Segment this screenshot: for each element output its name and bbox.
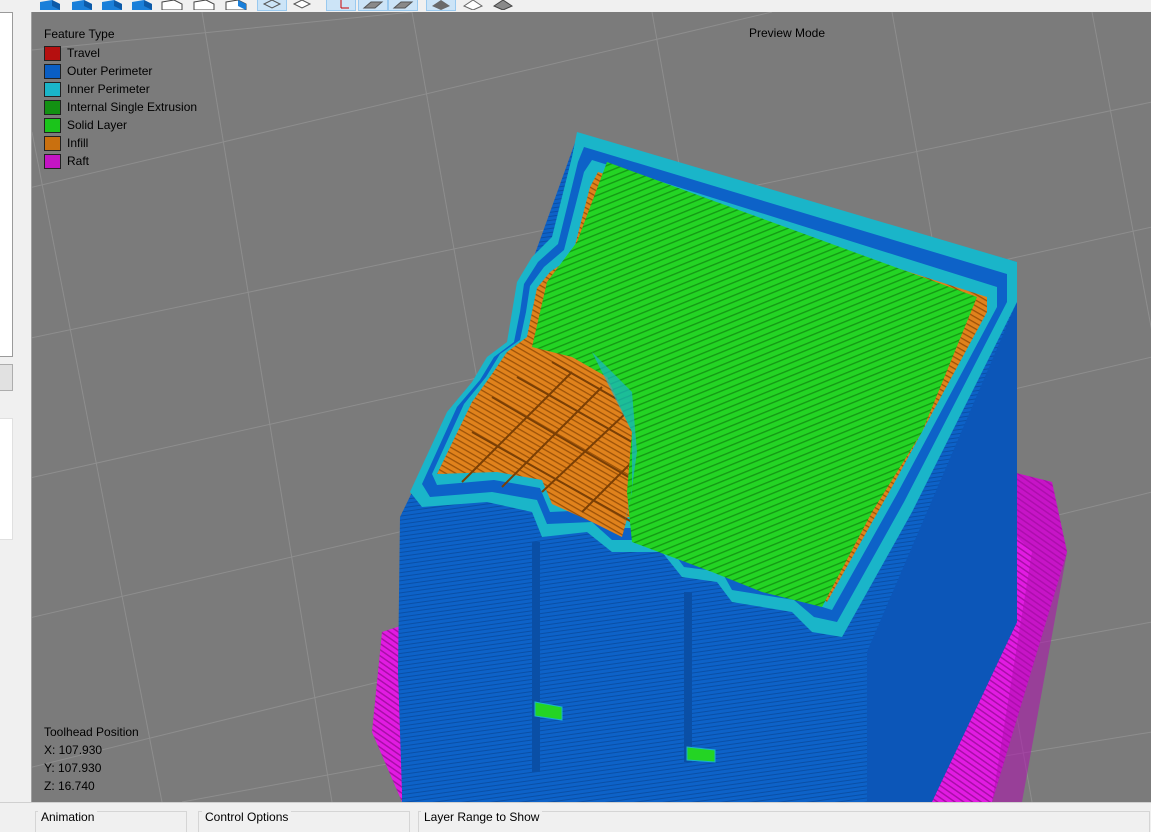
toolhead-x: X: 107.930 <box>44 743 103 757</box>
toolpath-render <box>32 12 1151 802</box>
left-panel-list[interactable] <box>0 12 13 357</box>
toolhead-z: Z: 16.740 <box>44 779 95 793</box>
legend-item: Outer Perimeter <box>44 62 197 80</box>
left-panel-button[interactable] <box>0 364 13 391</box>
wireframe-view-icon[interactable] <box>257 0 287 11</box>
cube-view-left-icon[interactable] <box>128 0 156 10</box>
legend-swatch <box>44 135 61 151</box>
dark-model-icon[interactable] <box>489 0 517 10</box>
legend-item: Solid Layer <box>44 116 197 134</box>
legend-item: Raft <box>44 152 197 170</box>
cube-view-top-icon[interactable] <box>190 0 218 10</box>
legend-label: Outer Perimeter <box>67 64 153 78</box>
legend-swatch <box>44 45 61 61</box>
feature-type-legend: Feature Type Travel Outer Perimeter Inner … <box>44 26 197 170</box>
cube-view-front-icon[interactable] <box>68 0 96 10</box>
cube-view-iso-icon[interactable] <box>36 0 64 10</box>
toolhead-title: Toolhead Position <box>44 725 139 739</box>
gray-model-icon[interactable] <box>426 0 456 11</box>
cube-view-back-icon[interactable] <box>98 0 126 10</box>
legend-label: Internal Single Extrusion <box>67 100 198 114</box>
legend-swatch <box>44 117 61 133</box>
flat-view-icon[interactable] <box>388 0 418 11</box>
control-options-group-label: Control Options <box>202 811 292 823</box>
gcode-preview-viewport[interactable]: Feature Type Travel Outer Perimeter Inner … <box>31 12 1151 802</box>
shaded-view-icon[interactable] <box>358 0 388 11</box>
view-toolbar <box>0 0 1151 12</box>
legend-label: Inner Perimeter <box>67 82 150 96</box>
bottom-controls-panel: Animation Control Options Layer Range to… <box>0 802 1151 832</box>
legend-swatch <box>44 153 61 169</box>
cube-view-bottom-icon[interactable] <box>222 0 250 10</box>
legend-swatch <box>44 99 61 115</box>
legend-swatch <box>44 63 61 79</box>
legend-title: Feature Type <box>44 27 115 41</box>
axis-view-icon[interactable] <box>326 0 356 11</box>
legend-label: Infill <box>67 136 89 150</box>
legend-item: Internal Single Extrusion <box>44 98 197 116</box>
legend-item: Inner Perimeter <box>44 80 197 98</box>
legend-label: Travel <box>67 46 100 60</box>
legend-swatch <box>44 81 61 97</box>
preview-mode-label: Preview Mode <box>749 26 826 40</box>
legend-label: Raft <box>67 154 90 168</box>
left-panel-options[interactable] <box>0 418 13 540</box>
animation-group-label: Animation <box>38 811 98 823</box>
cube-view-right-icon[interactable] <box>158 0 186 10</box>
solid-view-icon[interactable] <box>288 0 316 10</box>
legend-label: Solid Layer <box>67 118 128 132</box>
layer-range-group-label: Layer Range to Show <box>421 811 543 823</box>
legend-item: Infill <box>44 134 197 152</box>
toolhead-y: Y: 107.930 <box>44 761 102 775</box>
toolhead-position: Toolhead Position X: 107.930 Y: 107.930 … <box>44 723 139 795</box>
legend-item: Travel <box>44 44 197 62</box>
light-model-icon[interactable] <box>459 0 487 10</box>
